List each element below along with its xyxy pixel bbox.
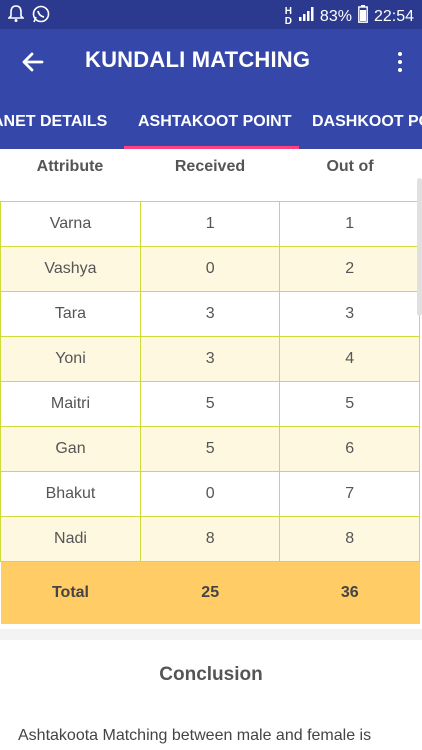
tab-ashtakoot-point[interactable]: ASHTAKOOT POINT [138,93,291,149]
attribute-cell: Tara [0,291,141,337]
out-of-cell: 2 [279,246,420,292]
kebab-icon-dot [398,60,402,64]
total-received: 25 [140,561,280,624]
received-cell: 1 [139,201,281,247]
kebab-icon-dot [398,68,402,72]
table-row: Varna 1 1 [0,201,420,247]
received-cell: 3 [139,336,281,382]
table-row: Nadi 8 8 [0,516,420,562]
battery-icon [358,5,368,28]
conclusion-text: Ashtakoota Matching between male and fem… [18,727,372,744]
received-cell: 3 [139,291,281,337]
total-label: Total [0,561,141,624]
received-cell: 5 [139,381,281,427]
column-header-out-of: Out of [326,158,374,175]
conclusion-card: Conclusion Ashtakoota Matching between m… [0,640,422,750]
ashtakoot-table-card: Attribute Received Out of Varna 1 1 Vash… [0,149,422,629]
battery-percent: 83% [319,7,352,25]
out-of-cell: 6 [279,426,420,472]
attribute-cell: Bhakut [0,471,141,517]
table-row: Bhakut 0 7 [0,471,420,517]
scrollbar-thumb[interactable] [417,178,422,316]
table-row: Gan 5 6 [0,426,420,472]
arrow-left-icon [22,52,44,72]
table-header: Attribute Received Out of [0,149,420,201]
table-row: Yoni 3 4 [0,336,420,382]
tab-planet-details[interactable]: ANET DETAILS [0,93,107,149]
page-title: KUNDALI MATCHING [85,47,311,72]
column-header-attribute: Attribute [36,158,104,175]
out-of-cell: 4 [279,336,420,382]
out-of-cell: 5 [279,381,420,427]
notification-icons [7,5,50,28]
received-cell: 0 [139,246,281,292]
signal-icon [298,6,314,27]
attribute-cell: Nadi [0,516,141,562]
total-out-of: 36 [279,561,420,624]
attribute-cell: Maitri [0,381,141,427]
ashtakoot-table: Varna 1 1 Vashya 0 2 Tara 3 3 Yoni 3 4 M… [0,201,420,624]
bell-icon [7,5,25,28]
received-cell: 8 [139,516,281,562]
attribute-cell: Gan [0,426,141,472]
conclusion-title: Conclusion [159,664,263,685]
whatsapp-icon [32,5,50,28]
back-button[interactable] [18,47,48,77]
kebab-icon-dot [398,52,402,56]
out-of-cell: 8 [279,516,420,562]
out-of-cell: 1 [279,201,420,247]
received-cell: 0 [139,471,281,517]
total-row: Total 25 36 [0,561,420,624]
column-header-received: Received [174,158,246,175]
app-bar: KUNDALI MATCHING [0,29,422,93]
attribute-cell: Yoni [0,336,141,382]
attribute-cell: Vashya [0,246,141,292]
more-options-button[interactable] [392,47,408,77]
out-of-cell: 3 [279,291,420,337]
attribute-cell: Varna [0,201,141,247]
table-row: Maitri 5 5 [0,381,420,427]
received-cell: 5 [139,426,281,472]
clock: 22:54 [373,7,414,25]
hd-icon: HD [284,5,292,27]
system-status: HD 83% 22:54 [285,5,414,28]
table-row: Tara 3 3 [0,291,420,337]
tab-bar: ANET DETAILS ASHTAKOOT POINT DASHKOOT PO [0,93,422,149]
tab-dashkoot-point[interactable]: DASHKOOT PO [312,93,422,149]
status-bar: HD 83% 22:54 [0,0,422,29]
table-row: Vashya 0 2 [0,246,420,292]
out-of-cell: 7 [279,471,420,517]
